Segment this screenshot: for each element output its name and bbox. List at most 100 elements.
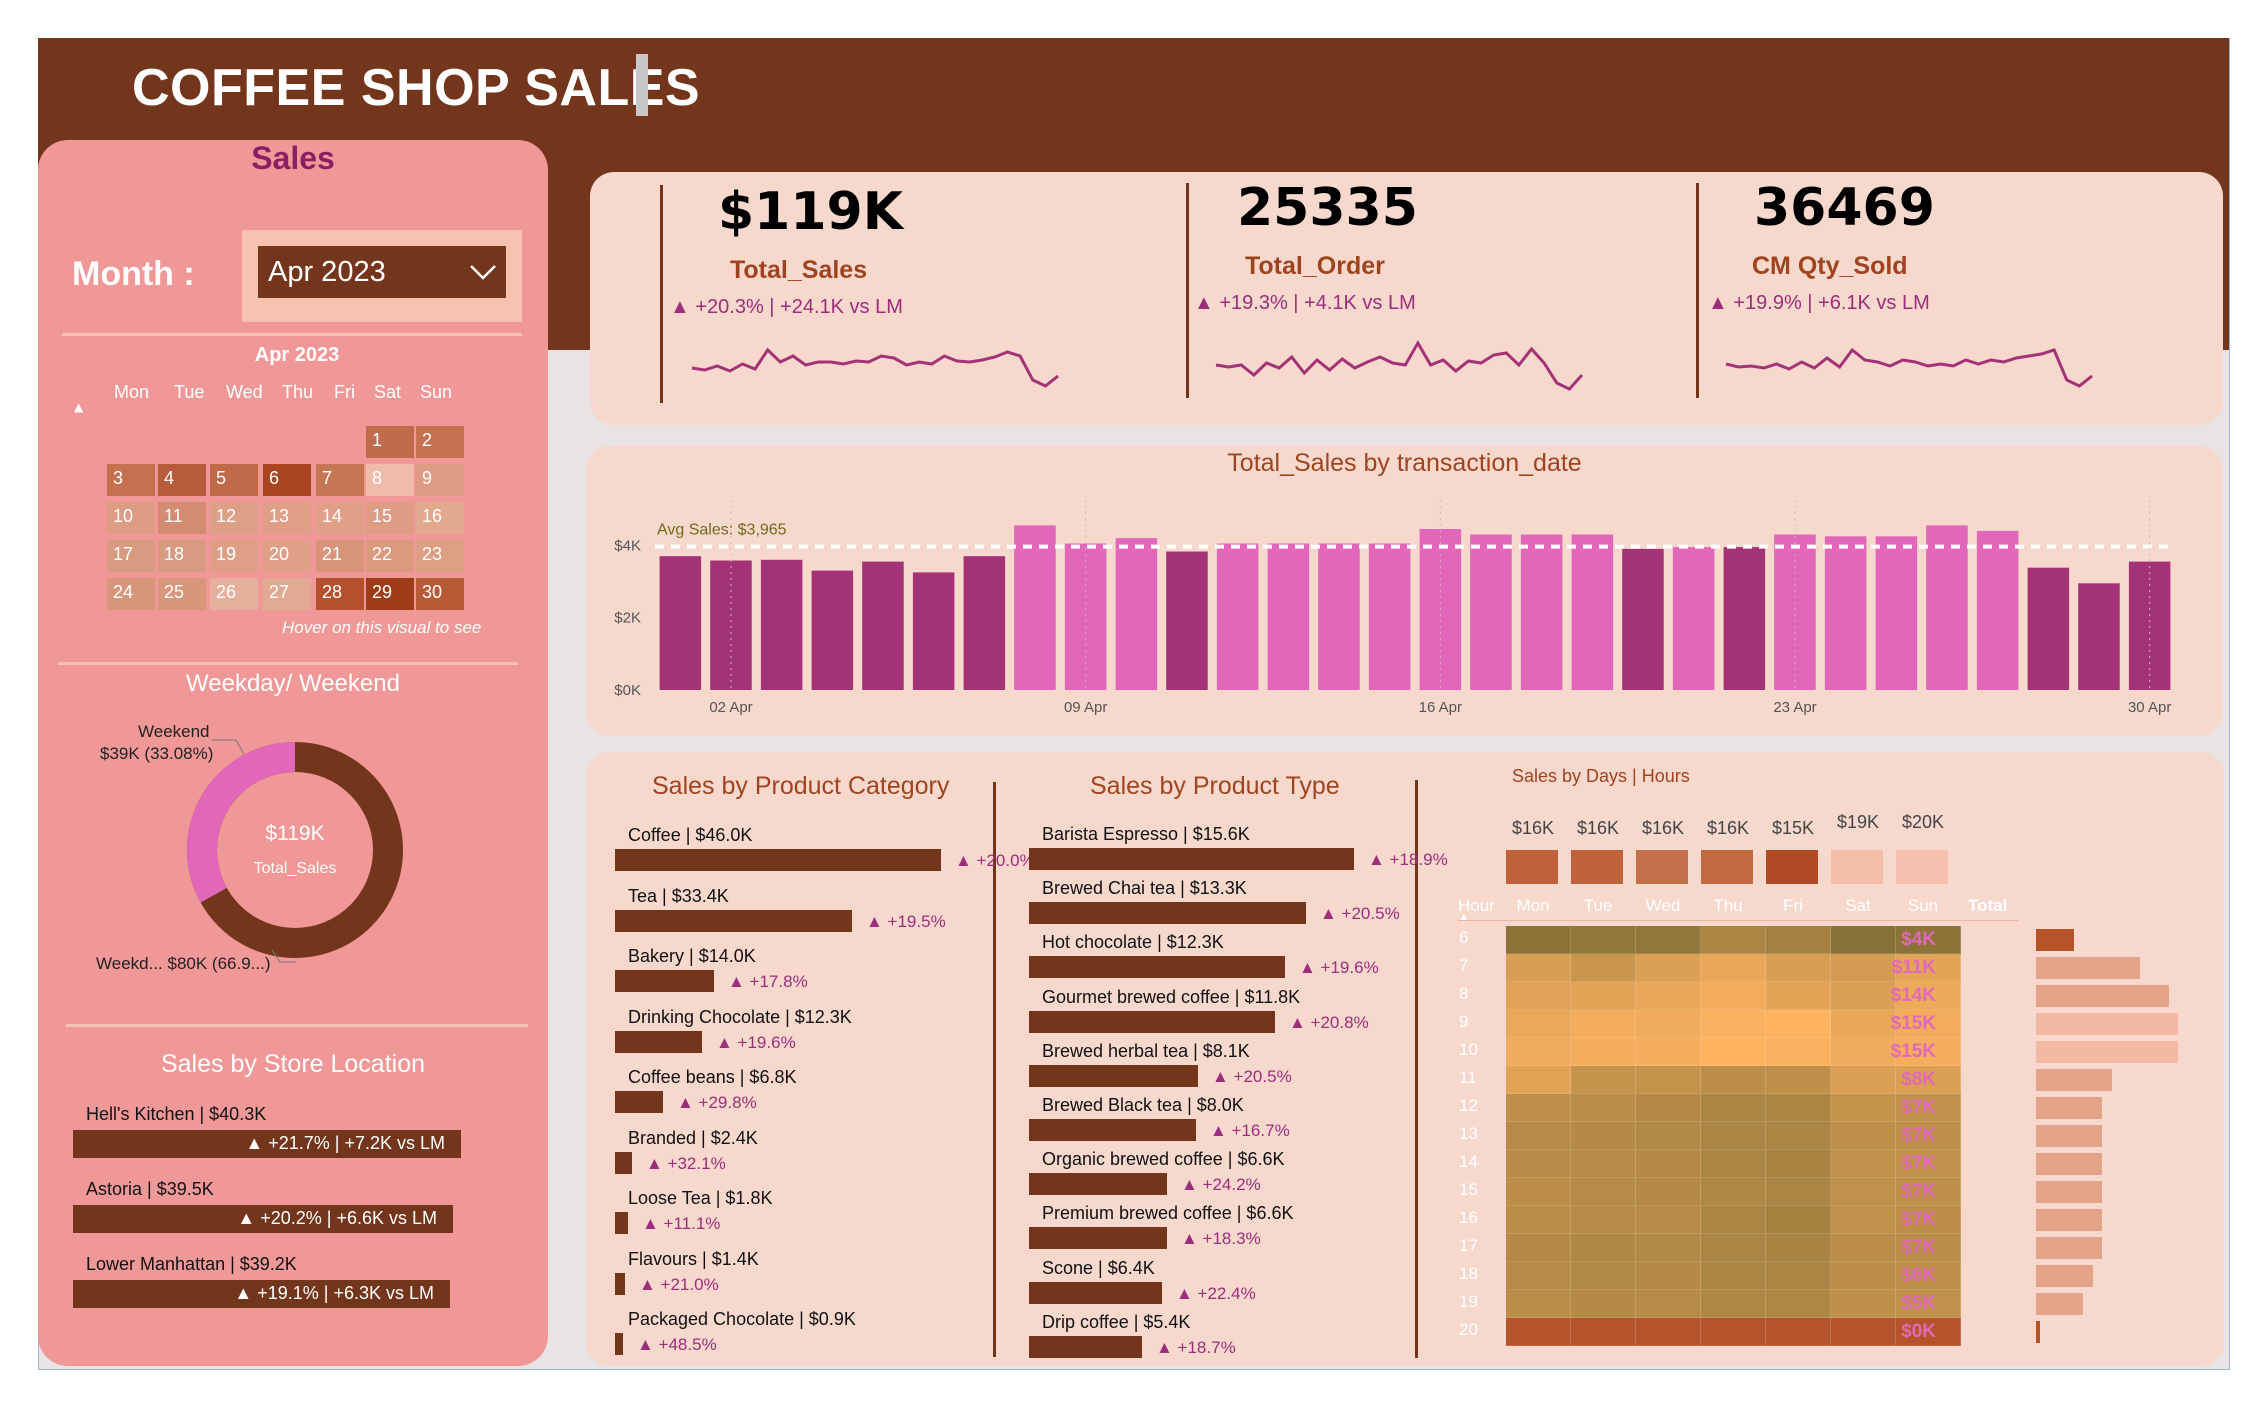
calendar-day[interactable]: 21 xyxy=(316,540,364,572)
heatmap-cell[interactable] xyxy=(1571,1122,1636,1150)
hour-total-bar[interactable] xyxy=(2036,1097,2102,1119)
calendar-day[interactable]: 19 xyxy=(210,540,258,572)
heatmap-cell[interactable] xyxy=(1701,1122,1766,1150)
daily-sales-bar[interactable] xyxy=(2128,561,2171,690)
calendar-day[interactable]: 4 xyxy=(158,464,206,496)
heatmap-cell[interactable] xyxy=(1636,1010,1701,1038)
daily-sales-chart[interactable]: $0K $2K $4K Avg Sales: $3,965 02 Apr 09 Apr 16… xyxy=(600,490,2190,720)
day-total-bar[interactable] xyxy=(1766,850,1818,884)
heatmap-cell[interactable] xyxy=(1506,1122,1571,1150)
calendar-day[interactable]: 7 xyxy=(316,464,364,496)
calendar-day[interactable]: 9 xyxy=(416,464,464,496)
hour-total-bar[interactable] xyxy=(2036,1209,2102,1231)
daily-sales-bar[interactable] xyxy=(760,559,803,690)
daily-sales-bar[interactable] xyxy=(1267,543,1310,691)
product-bar[interactable] xyxy=(1029,956,1285,979)
heatmap-cell[interactable] xyxy=(1766,1038,1831,1066)
heatmap-cell[interactable] xyxy=(1766,954,1831,982)
heatmap-cell[interactable] xyxy=(1636,954,1701,982)
product-bar[interactable] xyxy=(615,1272,625,1295)
product-bar[interactable] xyxy=(615,1151,632,1174)
calendar-day[interactable]: 14 xyxy=(316,502,364,534)
heatmap-cell[interactable] xyxy=(1636,1234,1701,1262)
heatmap-cell[interactable] xyxy=(1571,1318,1636,1346)
hour-total-bar[interactable] xyxy=(2036,1041,2178,1063)
calendar-day[interactable]: 26 xyxy=(210,578,258,610)
heatmap-cell[interactable] xyxy=(1506,954,1571,982)
heatmap-cell[interactable] xyxy=(1571,954,1636,982)
daily-sales-bar[interactable] xyxy=(2078,583,2120,690)
product-bar[interactable] xyxy=(1029,1227,1167,1250)
heatmap-cell[interactable] xyxy=(1506,1262,1571,1290)
daily-sales-bar[interactable] xyxy=(1014,525,1056,690)
heatmap-cell[interactable] xyxy=(1506,1318,1571,1346)
heatmap-cell[interactable] xyxy=(1701,1178,1766,1206)
daily-sales-bar[interactable] xyxy=(1672,547,1715,690)
daily-sales-bar[interactable] xyxy=(811,570,854,690)
daily-sales-bar[interactable] xyxy=(1976,530,2019,690)
day-total-bar[interactable] xyxy=(1701,850,1753,884)
heatmap-cell[interactable] xyxy=(1506,1066,1571,1094)
product-bar[interactable] xyxy=(615,1212,628,1234)
heatmap-cell[interactable] xyxy=(1636,1122,1701,1150)
heatmap-cell[interactable] xyxy=(1766,1178,1831,1206)
day-total-bar[interactable] xyxy=(1636,850,1688,884)
heatmap-cell[interactable] xyxy=(1506,982,1571,1010)
heatmap-cell[interactable] xyxy=(1766,1094,1831,1122)
hour-total-bar[interactable] xyxy=(2036,957,2140,979)
daily-sales-bar[interactable] xyxy=(963,556,1006,690)
calendar-day[interactable]: 16 xyxy=(416,502,464,534)
calendar-day[interactable]: 24 xyxy=(107,578,155,610)
hour-total-bar[interactable] xyxy=(2036,1181,2102,1203)
heatmap-cell[interactable] xyxy=(1701,954,1766,982)
calendar-day[interactable]: 5 xyxy=(210,464,258,496)
daily-sales-bar[interactable] xyxy=(659,556,702,690)
hour-total-bar[interactable] xyxy=(2036,1013,2178,1035)
calendar-day[interactable]: 13 xyxy=(263,502,311,534)
heatmap-cell[interactable] xyxy=(1636,1094,1701,1122)
product-bar[interactable] xyxy=(615,909,852,932)
daily-sales-bar[interactable] xyxy=(1723,547,1766,690)
heatmap-cell[interactable] xyxy=(1636,1262,1701,1290)
heatmap-cell[interactable] xyxy=(1636,1150,1701,1178)
heatmap-cell[interactable] xyxy=(1571,1178,1636,1206)
calendar-day[interactable]: 10 xyxy=(107,502,155,534)
heatmap-cell[interactable] xyxy=(1766,1066,1831,1094)
heatmap-cell[interactable] xyxy=(1571,982,1636,1010)
calendar-day[interactable]: 8 xyxy=(366,464,414,496)
calendar-day[interactable]: 17 xyxy=(107,540,155,572)
heatmap-cell[interactable] xyxy=(1636,1038,1701,1066)
hour-total-bar[interactable] xyxy=(2036,1069,2112,1091)
heatmap-cell[interactable] xyxy=(1571,926,1636,954)
daily-sales-bar[interactable] xyxy=(1875,536,1918,690)
calendar-day[interactable]: 22 xyxy=(366,540,414,572)
day-total-bar[interactable] xyxy=(1571,850,1623,884)
heatmap-cell[interactable] xyxy=(1766,1206,1831,1234)
calendar-day[interactable]: 11 xyxy=(158,502,206,534)
heatmap-cell[interactable] xyxy=(1571,1094,1636,1122)
heatmap-cell[interactable] xyxy=(1766,1318,1831,1346)
daily-sales-bar[interactable] xyxy=(1774,534,1816,691)
day-total-bar[interactable] xyxy=(1831,850,1883,884)
heatmap-cell[interactable] xyxy=(1701,1150,1766,1178)
heatmap-cell[interactable] xyxy=(1701,1290,1766,1318)
heatmap-cell[interactable] xyxy=(1766,1234,1831,1262)
daily-sales-bar[interactable] xyxy=(1824,536,1867,690)
heatmap-cell[interactable] xyxy=(1766,926,1831,954)
calendar-day[interactable]: 15 xyxy=(366,502,414,534)
heatmap-cell[interactable] xyxy=(1571,1010,1636,1038)
hour-total-bar[interactable] xyxy=(2036,929,2074,951)
hour-total-bar[interactable] xyxy=(2036,1237,2102,1259)
heatmap-cell[interactable] xyxy=(1701,1262,1766,1290)
hour-total-bar[interactable] xyxy=(2036,1125,2102,1147)
product-bar[interactable] xyxy=(615,849,941,871)
heatmap-cell[interactable] xyxy=(1701,926,1766,954)
hour-total-bar[interactable] xyxy=(2036,1293,2083,1315)
month-dropdown[interactable]: Apr 2023 xyxy=(258,246,506,298)
daily-sales-bar[interactable] xyxy=(912,572,955,690)
product-bar[interactable] xyxy=(1029,1281,1162,1304)
daily-sales-bar[interactable] xyxy=(1368,543,1411,691)
heatmap-cell[interactable] xyxy=(1571,1290,1636,1318)
calendar-day[interactable]: 28 xyxy=(316,578,364,610)
heatmap-cell[interactable] xyxy=(1571,1262,1636,1290)
